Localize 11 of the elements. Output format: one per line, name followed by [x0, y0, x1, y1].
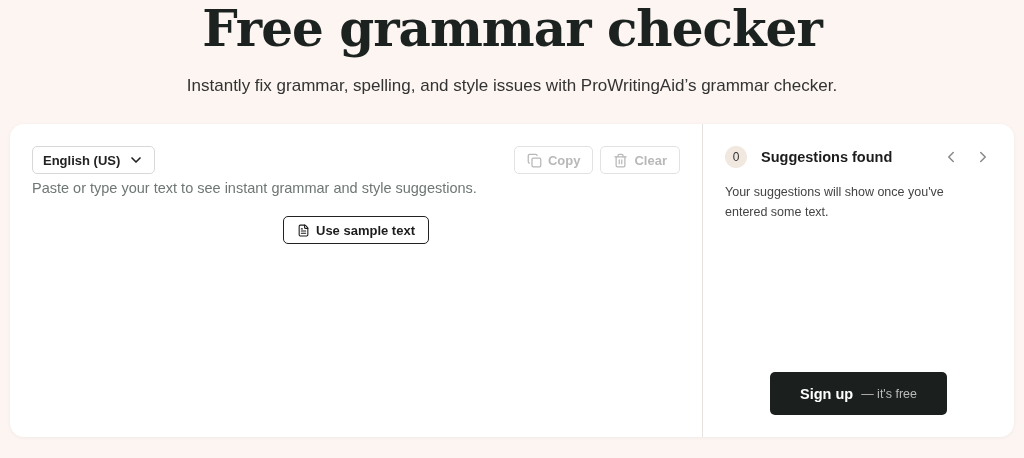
empty-message: Your suggestions will show once you've entered some text. [725, 184, 945, 221]
page-subtitle: Instantly fix grammar, spelling, and style issues with ProWritingAid’s grammar checker. [186, 76, 838, 96]
copy-icon [526, 152, 542, 168]
sign-up-button[interactable]: Sign up — it's free [769, 372, 947, 415]
suggestion-count: 0 [725, 146, 747, 168]
suggestions-heading: Suggestions found [761, 149, 893, 165]
language-dropdown[interactable]: English (US) [32, 146, 156, 174]
page-title: Free grammar checker [202, 0, 822, 60]
sample-text-button[interactable]: Use sample text [283, 216, 429, 244]
document-icon [297, 223, 310, 237]
trash-icon [613, 152, 629, 168]
